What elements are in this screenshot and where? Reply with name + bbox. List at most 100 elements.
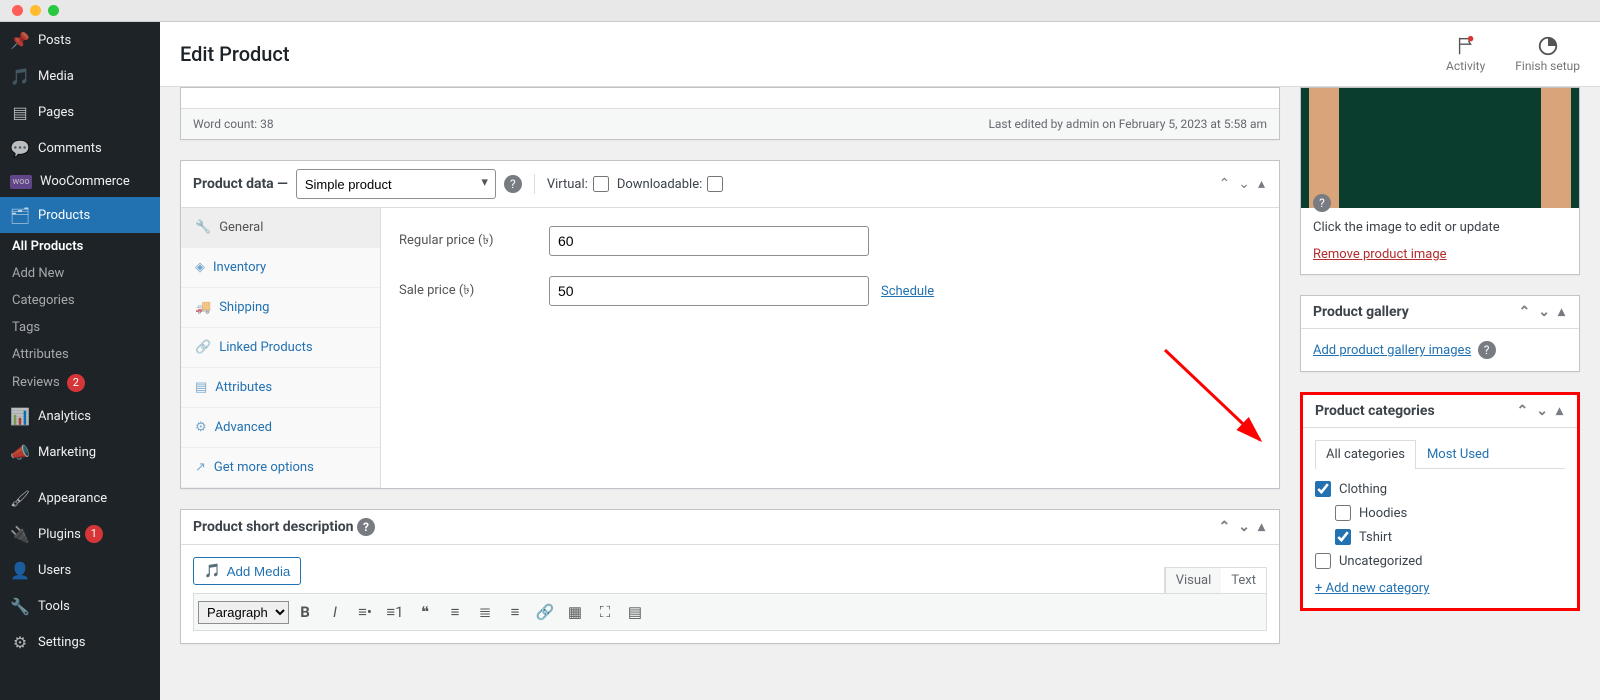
virtual-checkbox-wrap[interactable]: Virtual:	[547, 176, 609, 192]
top-bar: Edit Product Activity Finish setup	[160, 22, 1600, 87]
tab-get-more-options[interactable]: ↗Get more options	[181, 448, 380, 488]
sidebar-item-posts[interactable]: 📌Posts	[0, 22, 160, 58]
downloadable-checkbox[interactable]	[707, 176, 723, 192]
chevron-up-icon[interactable]: ⌃	[1217, 176, 1233, 192]
user-icon: 👤	[10, 560, 30, 580]
help-icon[interactable]: ?	[1313, 194, 1331, 212]
minimize-dot[interactable]	[30, 5, 41, 16]
tab-shipping[interactable]: 🚚Shipping	[181, 288, 380, 328]
badge-count: 2	[67, 374, 85, 392]
submenu-all-products[interactable]: All Products	[0, 233, 160, 260]
media-icon: 🎵	[10, 66, 30, 86]
maximize-dot[interactable]	[48, 5, 59, 16]
align-center-button[interactable]: ≣	[471, 598, 499, 626]
submenu-reviews[interactable]: Reviews 2	[0, 368, 160, 398]
help-icon[interactable]: ?	[357, 518, 375, 536]
chevron-down-icon[interactable]: ⌄	[1534, 403, 1550, 419]
sidebar-item-woocommerce[interactable]: wooWooCommerce	[0, 166, 160, 197]
submenu-tags[interactable]: Tags	[0, 314, 160, 341]
regular-price-input[interactable]	[549, 226, 869, 256]
most-used-tab[interactable]: Most Used	[1416, 440, 1500, 468]
sidebar-item-media[interactable]: 🎵Media	[0, 58, 160, 94]
product-categories-box: Product categories ⌃⌄▴ All categories Mo…	[1300, 392, 1580, 611]
quote-button[interactable]: ❝	[411, 598, 439, 626]
chevron-up-icon[interactable]: ⌃	[1515, 403, 1531, 419]
sidebar-item-settings[interactable]: ⚙Settings	[0, 624, 160, 660]
collapse-icon[interactable]: ▴	[1554, 403, 1565, 419]
product-data-box: Product data — Simple product ? Virtual:…	[180, 160, 1280, 489]
all-categories-tab[interactable]: All categories	[1315, 440, 1416, 469]
chevron-down-icon[interactable]: ⌄	[1236, 176, 1252, 192]
sidebar-label: Appearance	[38, 491, 107, 506]
sidebar-item-analytics[interactable]: 📊Analytics	[0, 398, 160, 434]
sale-price-input[interactable]	[549, 276, 869, 306]
sidebar-item-users[interactable]: 👤Users	[0, 552, 160, 588]
sidebar-item-pages[interactable]: ▤Pages	[0, 94, 160, 130]
help-icon[interactable]: ?	[504, 175, 522, 193]
collapse-icon[interactable]: ▴	[1256, 176, 1267, 192]
bold-button[interactable]: B	[291, 598, 319, 626]
sidebar-item-plugins[interactable]: 🔌Plugins 1	[0, 516, 160, 552]
chevron-up-icon[interactable]: ⌃	[1217, 519, 1233, 535]
link-button[interactable]: 🔗	[531, 598, 559, 626]
align-right-button[interactable]: ≡	[501, 598, 529, 626]
sidebar-item-comments[interactable]: 💬Comments	[0, 130, 160, 166]
schedule-link[interactable]: Schedule	[881, 284, 934, 299]
remove-image-link[interactable]: Remove product image	[1313, 247, 1447, 262]
sidebar-label: Marketing	[38, 445, 96, 460]
tab-inventory[interactable]: ◈Inventory	[181, 248, 380, 288]
close-dot[interactable]	[12, 5, 23, 16]
chevron-up-icon[interactable]: ⌃	[1517, 304, 1533, 320]
finish-setup-button[interactable]: Finish setup	[1515, 35, 1580, 73]
virtual-checkbox[interactable]	[593, 176, 609, 192]
category-item[interactable]: Hoodies	[1315, 501, 1565, 525]
category-checkbox[interactable]	[1335, 505, 1351, 521]
category-item[interactable]: Tshirt	[1315, 525, 1565, 549]
visual-tab[interactable]: Visual	[1165, 568, 1222, 593]
submenu-add-new[interactable]: Add New	[0, 260, 160, 287]
sidebar-item-products[interactable]: 🗂Products	[0, 197, 160, 233]
format-select[interactable]: Paragraph	[198, 601, 289, 624]
more-button[interactable]: ▦	[561, 598, 589, 626]
add-media-button[interactable]: 🎵Add Media	[193, 557, 301, 585]
product-image-thumbnail[interactable]	[1301, 88, 1579, 208]
bullet-list-button[interactable]: ≡•	[351, 598, 379, 626]
sidebar-item-tools[interactable]: 🔧Tools	[0, 588, 160, 624]
tab-linked-products[interactable]: 🔗Linked Products	[181, 328, 380, 368]
sidebar-item-appearance[interactable]: 🖌Appearance	[0, 480, 160, 516]
category-item[interactable]: Uncategorized	[1315, 549, 1565, 573]
short-description-box: Product short description ? ⌃ ⌄ ▴ 🎵Add M…	[180, 509, 1280, 644]
sidebar-label: Tools	[38, 599, 70, 614]
tab-advanced[interactable]: ⚙Advanced	[181, 408, 380, 448]
category-checkbox[interactable]	[1315, 481, 1331, 497]
number-list-button[interactable]: ≡1	[381, 598, 409, 626]
downloadable-checkbox-wrap[interactable]: Downloadable:	[617, 176, 723, 192]
sidebar-item-marketing[interactable]: 📣Marketing	[0, 434, 160, 470]
tab-attributes[interactable]: ▤Attributes	[181, 368, 380, 408]
sale-price-label: Sale price (৳)	[399, 281, 549, 302]
category-checkbox[interactable]	[1335, 529, 1351, 545]
fullscreen-button[interactable]: ⛶	[591, 598, 619, 626]
help-icon[interactable]: ?	[1478, 341, 1496, 359]
italic-button[interactable]: I	[321, 598, 349, 626]
category-checkbox[interactable]	[1315, 553, 1331, 569]
sidebar-label: Pages	[38, 105, 74, 120]
add-gallery-link[interactable]: Add product gallery images	[1313, 343, 1471, 358]
activity-button[interactable]: Activity	[1446, 35, 1485, 73]
text-tab[interactable]: Text	[1221, 568, 1266, 593]
add-category-link[interactable]: + Add new category	[1315, 581, 1429, 596]
submenu-categories[interactable]: Categories	[0, 287, 160, 314]
chevron-down-icon[interactable]: ⌄	[1236, 519, 1252, 535]
category-item[interactable]: Clothing	[1315, 477, 1565, 501]
sidebar-label: Comments	[38, 141, 102, 156]
chevron-down-icon[interactable]: ⌄	[1536, 304, 1552, 320]
toolbar-toggle-button[interactable]: ▤	[621, 598, 649, 626]
tab-general[interactable]: 🔧General	[181, 208, 380, 248]
align-left-button[interactable]: ≡	[441, 598, 469, 626]
collapse-icon[interactable]: ▴	[1556, 304, 1567, 320]
product-type-select[interactable]: Simple product	[296, 169, 496, 199]
submenu-attributes[interactable]: Attributes	[0, 341, 160, 368]
short-desc-title: Product short description	[193, 519, 354, 535]
collapse-icon[interactable]: ▴	[1256, 519, 1267, 535]
product-data-tabs: 🔧General ◈Inventory 🚚Shipping 🔗Linked Pr…	[181, 208, 381, 488]
